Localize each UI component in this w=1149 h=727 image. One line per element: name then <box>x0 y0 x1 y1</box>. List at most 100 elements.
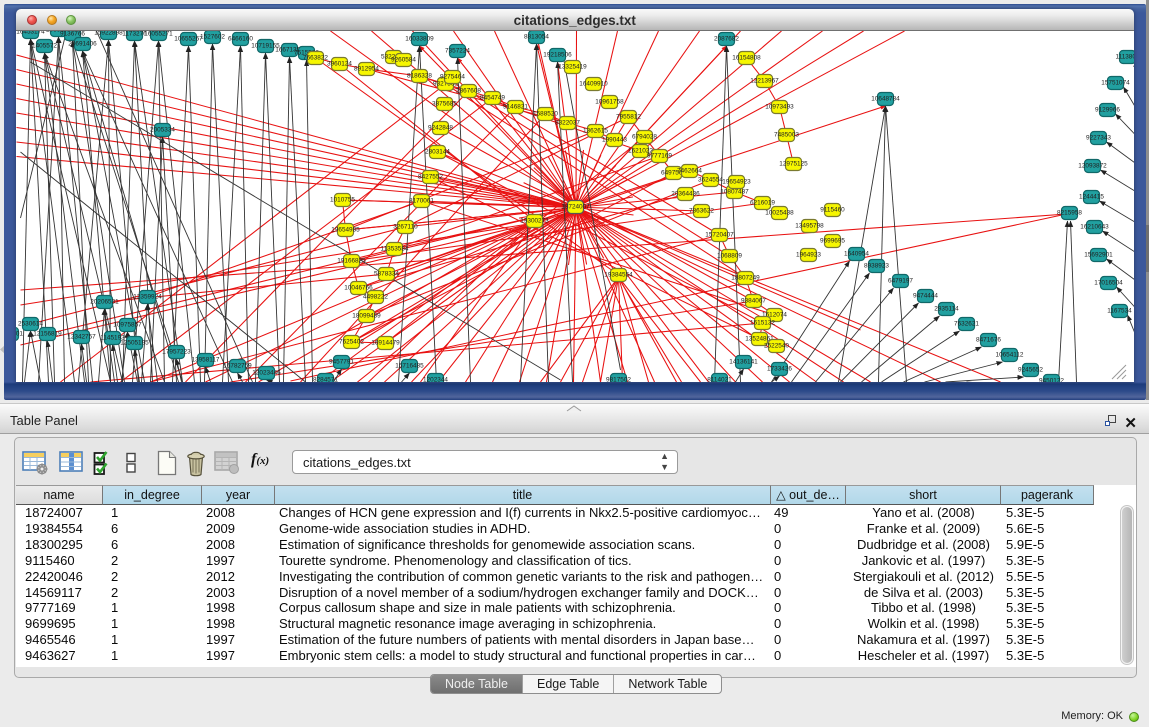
svg-text:3960124: 3960124 <box>327 61 352 68</box>
svg-text:19300273: 19300273 <box>520 218 549 225</box>
svg-text:9450122: 9450122 <box>1039 378 1064 383</box>
svg-text:8427552: 8427552 <box>418 174 443 181</box>
svg-text:1405572: 1405572 <box>32 43 57 50</box>
svg-text:8170061: 8170061 <box>409 198 434 205</box>
svg-text:4498222: 4498222 <box>363 294 388 301</box>
svg-text:15751074: 15751074 <box>1101 80 1130 87</box>
svg-text:17957223: 17957223 <box>162 349 191 356</box>
svg-text:10654112: 10654112 <box>995 352 1023 359</box>
svg-text:7955812: 7955812 <box>616 114 641 121</box>
svg-text:10975857: 10975857 <box>113 322 142 329</box>
svg-text:19218506: 19218506 <box>543 52 572 59</box>
svg-text:1964923: 1964923 <box>796 252 821 259</box>
svg-text:3624554: 3624554 <box>698 177 723 184</box>
svg-text:20364436: 20364436 <box>671 191 700 198</box>
svg-text:1588520: 1588520 <box>533 111 558 118</box>
svg-text:9146821: 9146821 <box>503 104 528 111</box>
svg-text:9474444: 9474444 <box>913 293 938 300</box>
svg-text:2935114: 2935114 <box>934 306 959 313</box>
svg-text:12156819: 12156819 <box>33 331 62 338</box>
svg-text:15692901: 15692901 <box>1084 252 1113 259</box>
svg-text:16914479: 16914479 <box>371 340 400 347</box>
svg-text:9457791: 9457791 <box>329 359 354 366</box>
svg-text:1010755: 1010755 <box>330 197 355 204</box>
svg-text:1733426: 1733426 <box>767 366 792 373</box>
svg-text:19654985: 19654985 <box>331 227 360 234</box>
svg-text:15720407: 15720407 <box>705 232 734 239</box>
svg-text:17016504: 17016504 <box>1094 280 1123 287</box>
svg-text:10961758: 10961758 <box>595 99 624 106</box>
svg-text:1113804: 1113804 <box>1115 54 1133 61</box>
svg-text:12023446: 12023446 <box>252 370 281 377</box>
svg-text:9129966: 9129966 <box>1095 107 1120 114</box>
svg-text:2530614: 2530614 <box>18 321 43 328</box>
svg-text:7863622: 7863622 <box>689 208 714 215</box>
svg-text:9227343: 9227343 <box>1086 135 1111 142</box>
svg-text:16033809: 16033809 <box>405 36 434 43</box>
svg-text:18724007: 18724007 <box>561 204 590 211</box>
svg-text:1244415: 1244415 <box>1079 194 1104 201</box>
svg-text:7663822: 7663822 <box>303 55 328 62</box>
svg-text:10025438: 10025438 <box>765 210 794 217</box>
svg-text:2522540: 2522540 <box>764 343 789 350</box>
svg-text:12093872: 12093872 <box>1078 163 1107 170</box>
svg-text:12505195: 12505195 <box>120 340 149 347</box>
svg-text:9260584: 9260584 <box>391 57 416 64</box>
svg-text:9245652: 9245652 <box>1018 367 1043 374</box>
svg-text:8912954: 8912954 <box>354 66 379 73</box>
svg-text:18807249: 18807249 <box>731 275 760 282</box>
svg-text:9242848: 9242848 <box>428 125 453 132</box>
svg-text:6794028: 6794028 <box>632 134 657 141</box>
svg-text:9817502: 9817502 <box>606 377 631 383</box>
svg-text:10655267: 10655267 <box>174 36 203 43</box>
svg-text:13958117: 13958117 <box>191 357 219 364</box>
svg-text:19654923: 19654923 <box>722 179 751 186</box>
svg-text:7462664: 7462664 <box>677 168 702 175</box>
svg-text:1990443: 1990443 <box>602 137 627 144</box>
svg-text:8471676: 8471676 <box>976 337 1001 344</box>
svg-text:16453174: 16453174 <box>16 31 45 36</box>
svg-text:13325419: 13325419 <box>558 64 587 71</box>
svg-text:8284571: 8284571 <box>313 377 338 383</box>
svg-text:7632621: 7632621 <box>954 321 979 328</box>
svg-text:2867608: 2867608 <box>456 88 481 95</box>
svg-text:2005334: 2005334 <box>150 127 175 134</box>
svg-text:5878334: 5878334 <box>374 271 399 278</box>
svg-text:1068809: 1068809 <box>717 253 742 260</box>
svg-text:16210643: 16210643 <box>1080 224 1109 231</box>
svg-text:3915401: 3915401 <box>16 331 23 338</box>
svg-text:14136141: 14136141 <box>729 359 758 366</box>
svg-text:9384067: 9384067 <box>741 298 766 305</box>
svg-text:8215958: 8215958 <box>1057 210 1082 217</box>
svg-text:1202344: 1202344 <box>423 377 448 383</box>
svg-text:7357224: 7357224 <box>445 48 470 55</box>
svg-text:15922898: 15922898 <box>94 31 123 37</box>
svg-text:6216019: 6216019 <box>750 200 775 207</box>
svg-text:3875685: 3875685 <box>432 101 457 108</box>
svg-text:16782759: 16782759 <box>223 363 252 370</box>
svg-text:8938923: 8938923 <box>864 263 889 270</box>
svg-text:20691406: 20691406 <box>68 41 97 48</box>
svg-text:13495798: 13495798 <box>795 223 824 230</box>
svg-text:9115460: 9115460 <box>820 207 845 214</box>
svg-text:8322037: 8322037 <box>555 120 580 127</box>
svg-text:16055271: 16055271 <box>144 31 173 38</box>
svg-text:10648784: 10648784 <box>871 96 900 103</box>
svg-text:9275464: 9275464 <box>440 74 465 81</box>
svg-text:10973493: 10973493 <box>765 104 794 111</box>
svg-text:8186328: 8186328 <box>407 73 432 80</box>
svg-text:2087682: 2087682 <box>714 36 739 43</box>
svg-text:11353584: 11353584 <box>380 246 408 253</box>
svg-text:7485003: 7485003 <box>774 132 799 139</box>
svg-text:2803144: 2803144 <box>425 149 450 156</box>
svg-text:16154808: 16154808 <box>732 55 761 62</box>
svg-text:8813054: 8813054 <box>524 34 549 41</box>
svg-text:12975125: 12975125 <box>779 161 808 168</box>
svg-text:6466160: 6466160 <box>228 36 253 43</box>
svg-text:12213967: 12213967 <box>750 78 779 85</box>
svg-text:19166825: 19166825 <box>337 258 366 265</box>
svg-text:7625402: 7625402 <box>339 339 364 346</box>
svg-text:1640954: 1640954 <box>844 251 869 258</box>
svg-text:15716485: 15716485 <box>395 363 424 370</box>
svg-text:19384554: 19384554 <box>604 272 633 279</box>
